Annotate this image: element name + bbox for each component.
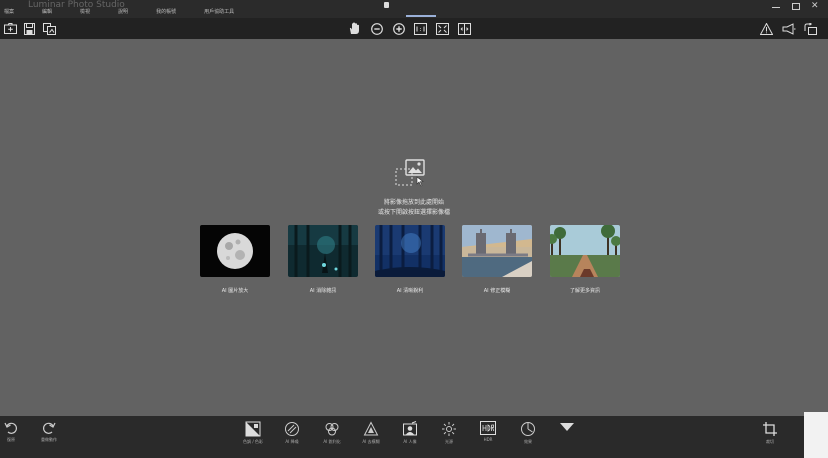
effect-icon (521, 422, 535, 436)
save-icon (24, 22, 35, 35)
sample-forest-night-thumbnail[interactable] (288, 225, 358, 277)
tool-effect-label: 效果 (524, 439, 532, 444)
tool-light-button[interactable]: 光源 (435, 421, 463, 455)
fit-screen-icon (436, 22, 449, 35)
tool-sharpen-button[interactable]: AI 銳利化 (318, 421, 346, 455)
sample-moon-thumbnail[interactable] (200, 225, 270, 277)
crop-button[interactable]: 裁切 (756, 421, 784, 455)
light-icon (442, 422, 456, 436)
close-icon: ✕ (811, 1, 819, 11)
redo-button[interactable]: 重做動作 (35, 421, 63, 455)
menu-assist[interactable]: 用戶協助工具 (204, 6, 234, 18)
forest-night-photo (288, 225, 358, 277)
zoom-out-icon (370, 22, 383, 35)
undo-icon (4, 422, 17, 434)
moon-photo (200, 225, 270, 277)
tool-light-label: 光源 (445, 439, 453, 444)
undo-button[interactable]: 復原 (0, 421, 25, 455)
tool-tone-button[interactable]: 色調 / 色彩 (239, 421, 267, 455)
compare-icon (458, 22, 471, 35)
actual-size-icon (414, 22, 427, 35)
export-button[interactable] (42, 21, 57, 36)
tool-portrait-label: AI 人像 (403, 439, 417, 444)
crop-label: 裁切 (766, 439, 774, 444)
minimize-button[interactable] (770, 2, 782, 12)
tool-tone-label: 色調 / 色彩 (243, 439, 263, 444)
share-button[interactable] (781, 21, 796, 36)
main-toolbar (0, 18, 828, 39)
app-window: Luminar Photo Studio 檔案 編輯 檢視 說明 我的帳號 用戶… (0, 0, 828, 458)
denoise-icon (285, 422, 299, 436)
tool-hdr-button[interactable]: HDR (474, 421, 502, 455)
hand-tool-button[interactable] (347, 21, 362, 36)
menu-file[interactable]: 檔案 (4, 6, 14, 18)
palm-road-photo (550, 225, 620, 277)
drop-hint-line-1: 將影像拖放到此處開始 (383, 199, 444, 206)
add-image-icon (395, 159, 425, 187)
sample-label-deblur: AI 修正模糊 (483, 288, 511, 294)
forest-blue-photo (375, 225, 445, 277)
sample-label-sharpen: AI 清晰銳利 (396, 288, 424, 294)
tool-effect-button[interactable]: 效果 (514, 421, 542, 455)
redo-icon (43, 422, 56, 434)
menu-view[interactable]: 檢視 (80, 6, 90, 18)
maximize-icon (792, 3, 800, 10)
tool-denoise-label: AI 降噪 (285, 439, 299, 444)
pin-icon[interactable] (384, 2, 389, 8)
tool-deblur-button[interactable]: AI 去模糊 (357, 421, 385, 455)
zoom-in-icon (392, 22, 405, 35)
warning-button[interactable] (759, 21, 774, 36)
active-tab-indicator (406, 15, 436, 17)
save-button[interactable] (22, 21, 37, 36)
more-icon (560, 423, 574, 431)
compare-button[interactable] (457, 21, 472, 36)
sample-label-learn-more[interactable]: 了解更多資訊 (540, 287, 630, 294)
tool-more-button[interactable]: 更多 (553, 421, 581, 455)
menu-account[interactable]: 我的帳號 (156, 6, 176, 18)
hand-icon (349, 22, 359, 34)
sample-forest-blue-thumbnail[interactable] (375, 225, 445, 277)
sample-label-upscale: AI 圖片放大 (221, 288, 249, 294)
close-button[interactable]: ✕ (810, 2, 822, 12)
sample-palm-road-thumbnail[interactable] (550, 225, 620, 277)
crop-icon (763, 422, 777, 436)
hdr-icon (480, 421, 496, 435)
watermark-logo (804, 412, 828, 458)
title-bar: Luminar Photo Studio 檔案 編輯 檢視 說明 我的帳號 用戶… (0, 0, 828, 18)
open-image-icon (4, 23, 17, 34)
menu-help[interactable]: 說明 (118, 6, 128, 18)
city-bridge-photo (462, 225, 532, 277)
export-icon (43, 22, 56, 35)
open-image-button[interactable] (3, 21, 18, 36)
deblur-icon (363, 421, 379, 436)
export-share-button[interactable] (803, 21, 818, 36)
menu-edit[interactable]: 編輯 (42, 6, 52, 18)
sharpen-icon (325, 423, 339, 436)
sample-label-denoise: AI 消除雜訊 (309, 288, 337, 294)
zoom-out-button[interactable] (369, 21, 384, 36)
fit-screen-button[interactable] (435, 21, 450, 36)
bottom-toolbar: 復原 重做動作 色調 / 色彩 AI 降噪 AI 銳利化 AI 去模糊 AI 人… (0, 416, 828, 458)
tone-icon (245, 421, 261, 437)
sample-city-bridge-thumbnail[interactable] (462, 225, 532, 277)
tool-hdr-label: HDR (483, 437, 493, 442)
tool-denoise-button[interactable]: AI 降噪 (278, 421, 306, 455)
menu-bar: 檔案 編輯 檢視 說明 我的帳號 用戶協助工具 (0, 6, 258, 18)
tool-portrait-button[interactable]: AI 人像 (396, 421, 424, 455)
minimize-icon (772, 7, 780, 8)
portrait-icon (403, 421, 417, 436)
actual-size-button[interactable] (413, 21, 428, 36)
zoom-in-button[interactable] (391, 21, 406, 36)
tool-deblur-label: AI 去模糊 (362, 439, 380, 444)
drop-hint-line-2: 或按下開啟按鈕選擇影像檔 (377, 209, 450, 216)
share-icon (782, 22, 795, 35)
tool-sharpen-label: AI 銳利化 (323, 439, 341, 444)
maximize-button[interactable] (790, 2, 802, 12)
undo-label: 復原 (7, 437, 15, 442)
redo-label: 重做動作 (41, 437, 57, 442)
export-share-icon (804, 22, 817, 35)
warning-icon (760, 22, 773, 35)
